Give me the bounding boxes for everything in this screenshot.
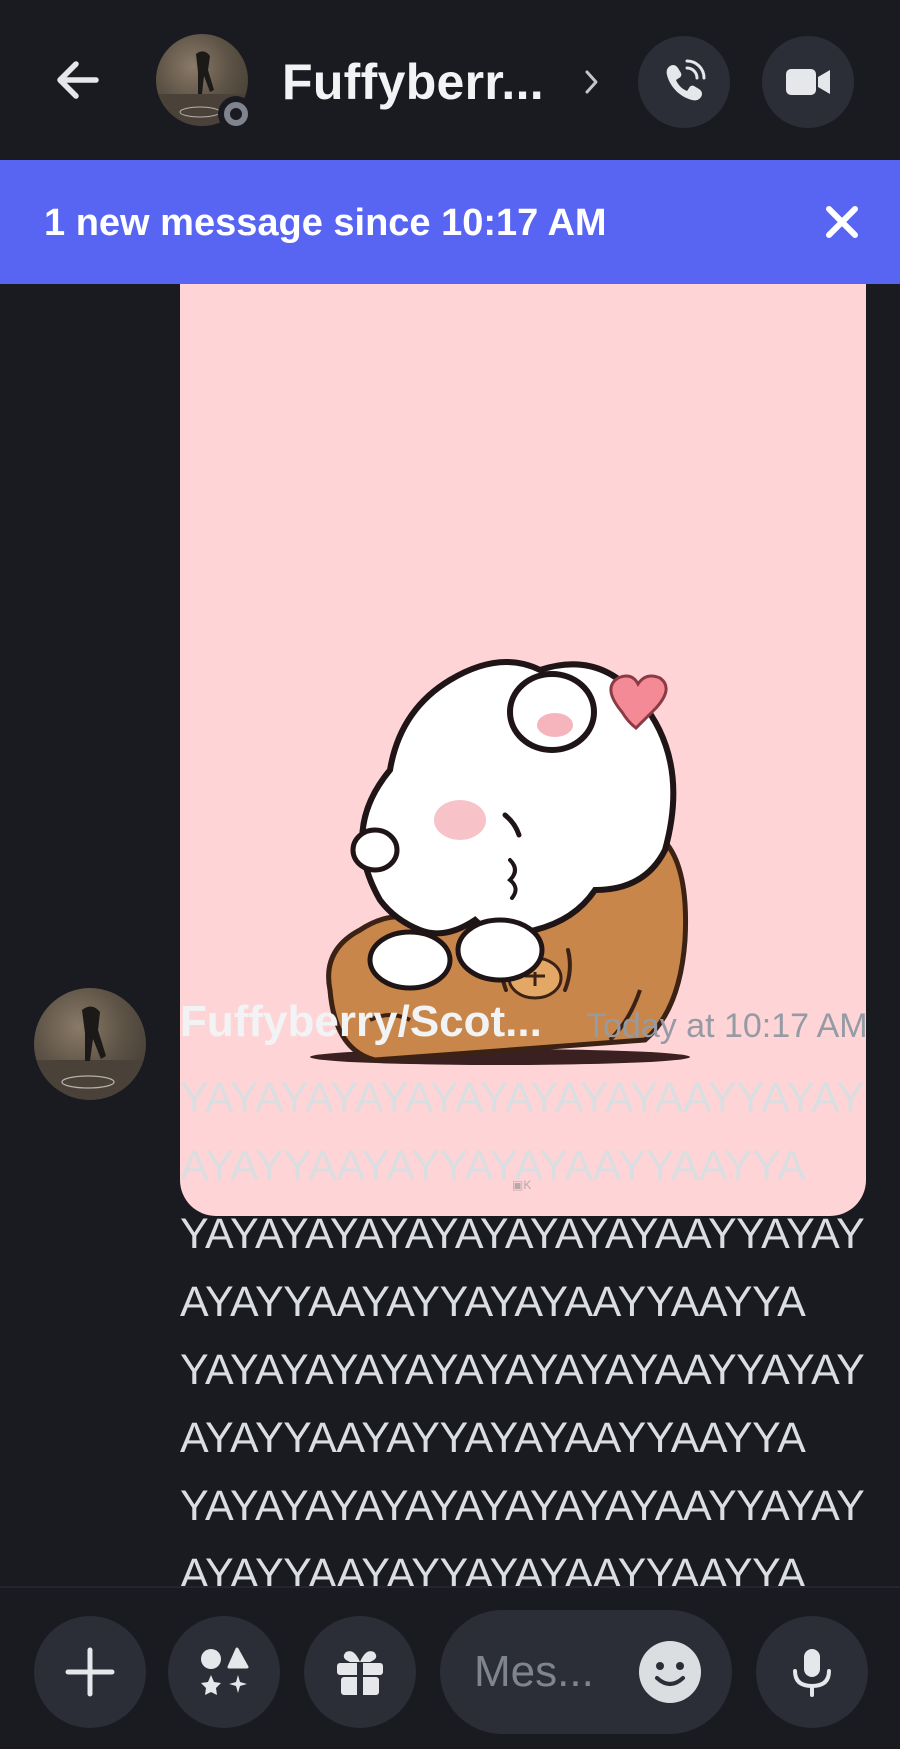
message-input[interactable] — [474, 1640, 624, 1704]
message-timestamp: Today at 10:17 AM — [586, 1007, 868, 1045]
video-camera-icon — [786, 69, 830, 95]
message-line: AYAYYAAYAYYAYAYAAYYAAYYA — [180, 1142, 806, 1190]
message-line: YAYAYAYAYAYAYAYAYAYAAYYAYAY — [180, 1074, 865, 1122]
message-line: YAYAYAYAYAYAYAYAYAYAAYYAYAY — [180, 1210, 865, 1258]
message-line: YAYAYAYAYAYAYAYAYAYAAYYAYAY — [180, 1482, 865, 1530]
message-line: AYAYYAAYAYYAYAYAAYYAAYYA — [180, 1414, 806, 1462]
channel-name[interactable]: Fuffyberr... — [282, 52, 544, 112]
status-offline-indicator — [218, 96, 254, 132]
apps-button[interactable] — [168, 1616, 280, 1728]
message-author-avatar[interactable] — [34, 988, 146, 1100]
header: Fuffyberr... — [0, 0, 900, 160]
phone-icon — [666, 59, 706, 101]
apps-icon — [201, 1647, 249, 1695]
arrow-left-icon — [57, 61, 99, 99]
emoji-button[interactable] — [636, 1638, 704, 1706]
composer-bar — [0, 1588, 900, 1749]
plus-icon — [65, 1647, 115, 1697]
header-avatar[interactable] — [156, 34, 254, 132]
gift-icon — [337, 1651, 383, 1695]
chevron-right-icon[interactable] — [580, 62, 604, 102]
new-messages-banner[interactable]: 1 new message since 10:17 AM — [0, 160, 900, 284]
attach-button[interactable] — [34, 1616, 146, 1728]
message-list[interactable]: ▣K Fuffyberry/Scot... Today at 10:17 AM … — [0, 284, 900, 1586]
message-line: YAYAYAYAYAYAYAYAYAYAAYYAYAY — [180, 1346, 865, 1394]
message-input-container[interactable] — [440, 1610, 732, 1734]
close-banner-button[interactable] — [816, 196, 868, 248]
smiley-icon — [639, 1641, 701, 1703]
back-button[interactable] — [38, 40, 118, 120]
voice-message-button[interactable] — [756, 1616, 868, 1728]
voice-call-button[interactable] — [638, 36, 730, 128]
microphone-icon — [793, 1649, 831, 1697]
message-content: YAYAYAYAYAYAYAYAYAYAAYYAYAY AYAYYAAYAYYA… — [180, 1064, 880, 1586]
gift-button[interactable] — [304, 1616, 416, 1728]
video-call-button[interactable] — [762, 36, 854, 128]
dm-screen: Fuffyberr... 1 new message since 10:17 A… — [0, 0, 900, 1749]
banner-text: 1 new message since 10:17 AM — [44, 202, 607, 244]
message-line: AYAYYAAYAYYAYAYAAYYAAYYA — [180, 1550, 806, 1586]
close-icon — [826, 206, 858, 238]
message-author[interactable]: Fuffyberry/Scot... — [180, 996, 542, 1048]
message-line: AYAYYAAYAYYAYAYAAYYAAYYA — [180, 1278, 806, 1326]
